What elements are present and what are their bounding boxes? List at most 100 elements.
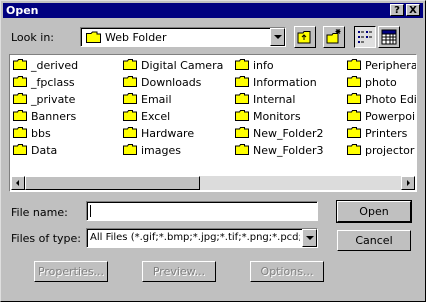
open-button[interactable]: Open [336, 200, 412, 223]
file-type-label: Files of type: [11, 232, 82, 245]
list-item-label: Photo Edit [365, 93, 417, 106]
title-bar[interactable]: Open ? X [3, 3, 423, 18]
list-item[interactable]: Downloads [123, 76, 201, 90]
folder-icon [347, 127, 361, 138]
list-item-label: Downloads [141, 76, 202, 89]
list-item[interactable]: Banners [13, 110, 76, 124]
create-new-folder-button[interactable] [323, 26, 345, 48]
file-type-value: All Files (*.gif;*.bmp;*.jpg;*.tif;*.png… [90, 232, 300, 243]
list-item[interactable]: Excel [123, 110, 170, 124]
list-item-label: Email [141, 93, 172, 106]
folder-icon [235, 76, 249, 87]
folder-icon [123, 127, 137, 138]
horizontal-scrollbar[interactable] [11, 176, 415, 190]
list-item-label: Excel [141, 110, 171, 123]
up-folder-icon [297, 31, 311, 44]
folder-icon [347, 93, 361, 104]
list-item[interactable]: images [123, 144, 181, 158]
list-item-label: Powerpoin [365, 110, 417, 123]
chevron-left-icon [16, 180, 19, 186]
list-item[interactable]: Photo Edit [347, 93, 417, 107]
folder-icon [235, 93, 249, 104]
list-item-label: Information [253, 76, 317, 89]
look-in-value: Web Folder [105, 31, 167, 44]
close-button[interactable]: X [406, 4, 420, 16]
list-item[interactable]: photo [347, 76, 397, 90]
list-item[interactable]: projector [347, 144, 414, 158]
list-view-button[interactable] [354, 26, 376, 48]
folder-icon [235, 59, 249, 70]
folder-icon [13, 110, 27, 121]
folder-icon [123, 110, 137, 121]
chevron-down-icon[interactable] [270, 28, 285, 46]
folder-icon [235, 144, 249, 155]
help-button[interactable]: ? [390, 4, 404, 16]
options-button[interactable]: Options... [250, 261, 324, 282]
list-item[interactable]: _private [13, 93, 75, 107]
list-item-label: Peripherals [365, 59, 417, 72]
list-item[interactable]: Internal [235, 93, 295, 107]
folder-icon [235, 127, 249, 138]
list-item-label: Digital Camera [141, 59, 224, 72]
folder-icon [347, 76, 361, 87]
list-item-label: _fpclass [31, 76, 75, 89]
folder-icon [347, 59, 361, 70]
folder-icon [123, 144, 137, 155]
folder-icon [13, 93, 27, 104]
list-item[interactable]: Digital Camera [123, 59, 223, 73]
list-item-label: info [253, 59, 274, 72]
folder-icon [347, 144, 361, 155]
scroll-right-button[interactable] [401, 176, 415, 190]
list-item[interactable]: Information [235, 76, 317, 90]
list-item[interactable]: Hardware [123, 127, 194, 141]
list-item-label: Hardware [141, 127, 195, 140]
file-type-dropdown[interactable]: All Files (*.gif;*.bmp;*.jpg;*.tif;*.png… [86, 228, 318, 248]
list-item[interactable]: Data [13, 144, 57, 158]
chevron-right-icon [407, 180, 410, 186]
list-item[interactable]: bbs [13, 127, 51, 141]
list-item-label: projector [365, 144, 415, 157]
folder-icon [123, 93, 137, 104]
details-view-button[interactable] [378, 26, 400, 48]
list-item[interactable]: Powerpoin [347, 110, 417, 124]
chevron-down-icon[interactable] [302, 229, 317, 247]
scroll-left-button[interactable] [11, 176, 25, 190]
list-item-label: photo [365, 76, 397, 89]
list-item[interactable]: _fpclass [13, 76, 75, 90]
list-item-label: _private [31, 93, 76, 106]
file-name-input[interactable] [86, 201, 318, 221]
scroll-thumb[interactable] [25, 176, 200, 190]
file-list[interactable]: projector Printers Powerpoin Photo Edit phot… [9, 54, 417, 192]
preview-button[interactable]: Preview... [142, 261, 216, 282]
list-item-label: bbs [31, 127, 51, 140]
properties-button[interactable]: Properties... [34, 261, 108, 282]
list-item[interactable]: New_Folder2 [235, 127, 324, 141]
list-item[interactable]: Peripherals [347, 59, 417, 73]
list-item-label: Internal [253, 93, 296, 106]
look-in-dropdown[interactable]: Web Folder [80, 27, 286, 47]
folder-icon [86, 31, 101, 46]
list-item-label: Data [31, 144, 58, 157]
list-item[interactable]: _derived [13, 59, 78, 73]
list-item-label: New_Folder3 [253, 144, 324, 157]
list-item[interactable]: info [235, 59, 274, 73]
file-name-label: File name: [11, 206, 68, 219]
look-in-label: Look in: [11, 31, 54, 44]
list-item-label: Printers [365, 127, 408, 140]
list-item-label: Banners [31, 110, 77, 123]
folder-icon [235, 110, 249, 121]
up-one-level-button[interactable] [294, 26, 316, 48]
folder-icon [13, 76, 27, 87]
folder-icon [123, 59, 137, 70]
open-dialog: Open ? X Look in: Web Folder projector P… [0, 0, 426, 302]
list-item[interactable]: Monitors [235, 110, 301, 124]
details-view-icon [381, 29, 397, 45]
list-item[interactable]: Printers [347, 127, 407, 141]
list-item[interactable]: New_Folder3 [235, 144, 324, 158]
list-item-label: New_Folder2 [253, 127, 324, 140]
folder-icon [13, 144, 27, 155]
window-title: Open [6, 4, 39, 17]
list-item[interactable]: Email [123, 93, 172, 107]
folder-icon [123, 76, 137, 87]
cancel-button[interactable]: Cancel [337, 230, 411, 251]
